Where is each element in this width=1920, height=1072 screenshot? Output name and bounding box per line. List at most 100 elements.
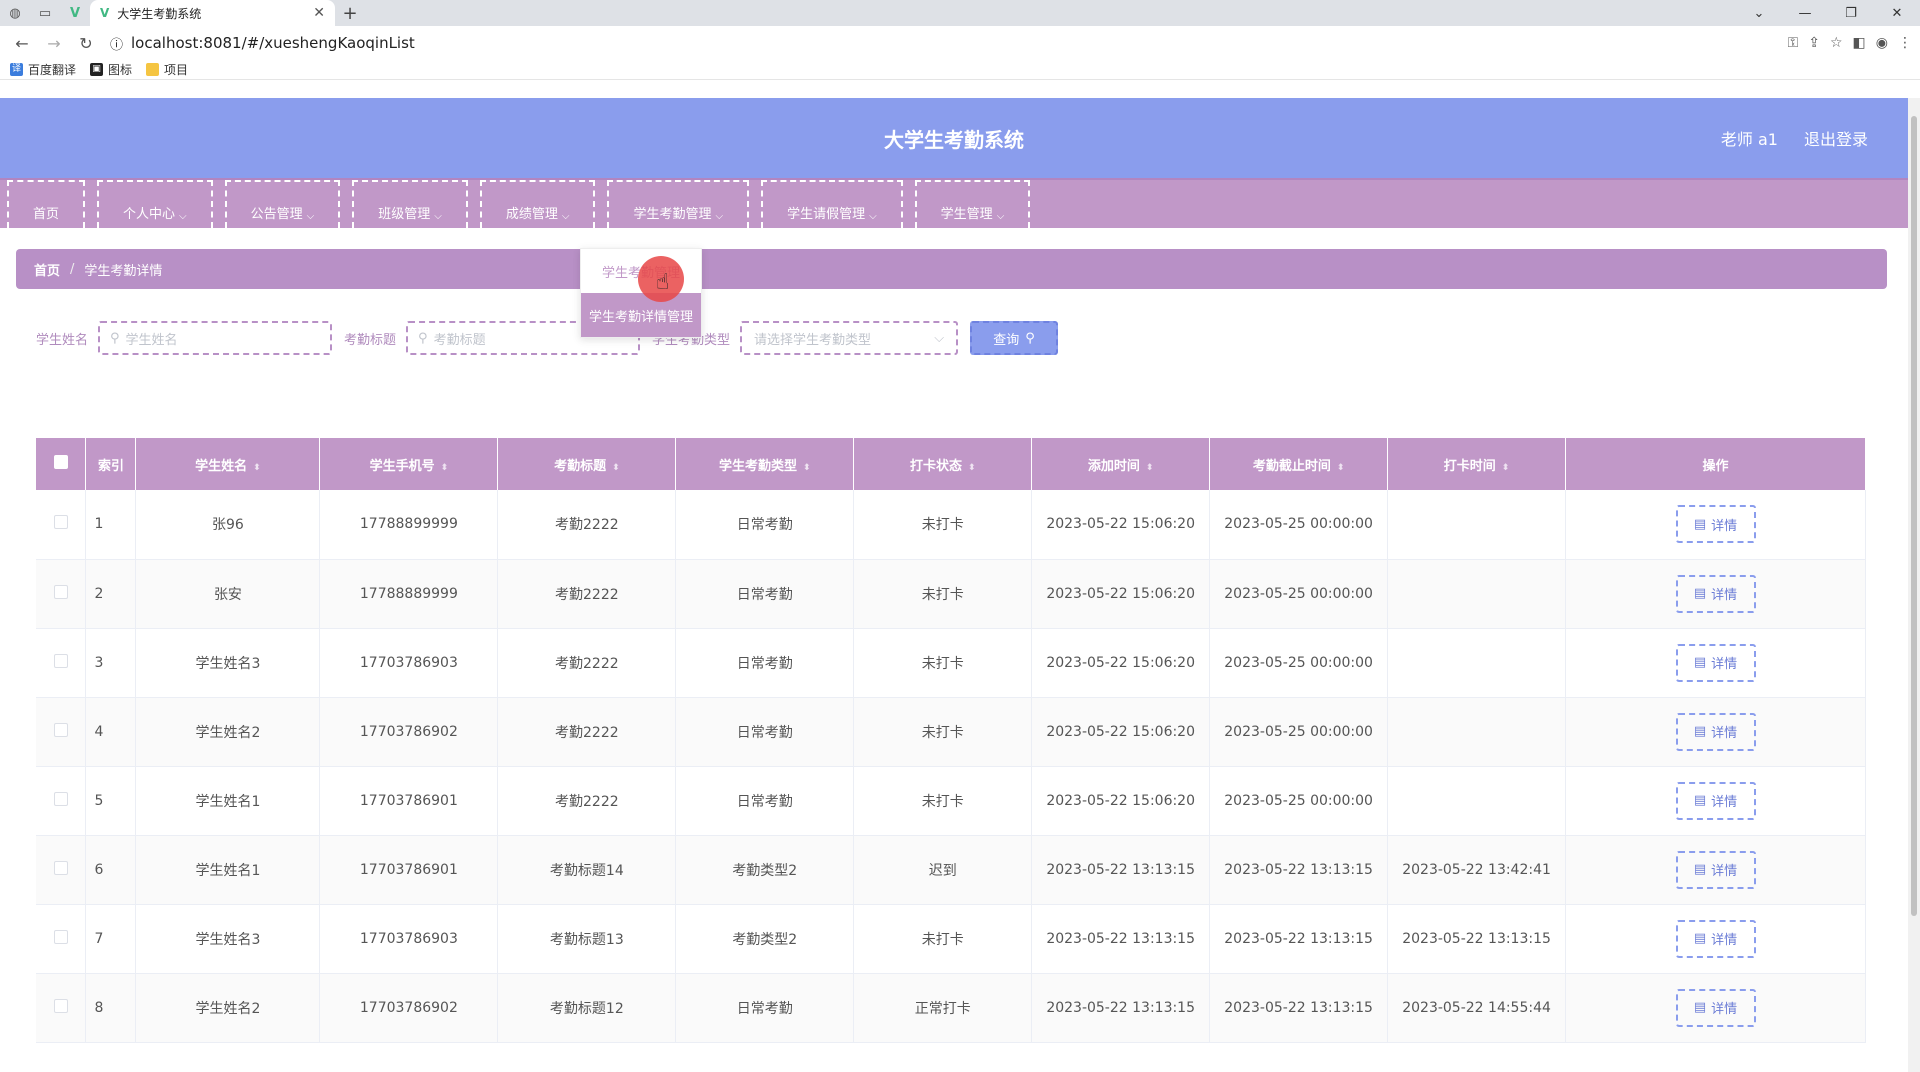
- search-icon: ⚲: [110, 330, 120, 346]
- detail-button[interactable]: ▤ 详情: [1675, 919, 1756, 958]
- table-row: 5 学生姓名1 17703786901 考勤2222 日常考勤 未打卡 2023-05-22…: [36, 766, 1866, 836]
- col-status[interactable]: 打卡状态 ⬍: [853, 438, 1033, 490]
- nav-class[interactable]: 班级管理 ⌵: [352, 180, 468, 228]
- blank-tab-icon[interactable]: ▭: [30, 0, 60, 26]
- dropdown-item-attendance-detail[interactable]: 学生考勤详情管理: [581, 293, 701, 337]
- detail-button[interactable]: ▤ 详情: [1675, 988, 1756, 1027]
- detail-button[interactable]: ▤ 详情: [1675, 574, 1756, 613]
- detail-button[interactable]: ▤ 详情: [1675, 850, 1756, 889]
- row-checkbox[interactable]: [53, 860, 68, 875]
- sort-icon[interactable]: ⬍: [1337, 463, 1345, 473]
- translate-icon: 译: [10, 63, 23, 76]
- cell-title: 考勤2222: [497, 628, 677, 698]
- sort-icon[interactable]: ⬍: [803, 463, 811, 473]
- nav-notice[interactable]: 公告管理 ⌵: [224, 180, 341, 228]
- row-checkbox[interactable]: [53, 584, 68, 599]
- breadcrumb-home[interactable]: 首页: [34, 260, 60, 279]
- sort-icon[interactable]: ⬍: [968, 463, 976, 473]
- cell-added: 2023-05-22 15:06:20: [1031, 490, 1211, 560]
- window-close-icon[interactable]: ✕: [1874, 6, 1920, 21]
- chevron-down-icon: ⌵: [869, 211, 877, 222]
- nav-leave[interactable]: 学生请假管理 ⌵: [761, 180, 903, 228]
- url-field[interactable]: ⓘ localhost:8081/#/xueshengKaoqinList: [110, 34, 415, 53]
- query-button[interactable]: 查询 ⚲: [970, 321, 1059, 355]
- row-checkbox[interactable]: [53, 653, 68, 668]
- cell-index: 5: [85, 766, 137, 836]
- cell-index: 7: [85, 904, 137, 974]
- table-row: 1 张96 17788899999 考勤2222 日常考勤 未打卡 2023-05-22 1…: [36, 490, 1866, 560]
- vue-icon[interactable]: V: [60, 0, 90, 26]
- col-title[interactable]: 考勤标题 ⬍: [497, 438, 677, 490]
- minimize-icon[interactable]: —: [1782, 6, 1828, 21]
- nav-grades[interactable]: 成绩管理 ⌵: [479, 180, 596, 228]
- detail-button[interactable]: ▤ 详情: [1675, 712, 1756, 751]
- cell-type: 日常考勤: [675, 766, 855, 836]
- select-all-checkbox[interactable]: [53, 455, 68, 469]
- detail-button[interactable]: ▤ 详情: [1675, 643, 1756, 682]
- bookmark-item[interactable]: ▣ 图标: [90, 61, 132, 78]
- share-icon[interactable]: ⇪: [1808, 35, 1820, 51]
- star-icon[interactable]: ☆: [1830, 35, 1843, 51]
- back-icon[interactable]: ←: [8, 29, 36, 57]
- nav-students[interactable]: 学生管理 ⌵: [914, 180, 1031, 228]
- menu-icon[interactable]: ⋮: [1898, 35, 1912, 51]
- tab-search-icon[interactable]: ⌄: [1736, 6, 1782, 21]
- logout-button[interactable]: 退出登录: [1804, 126, 1868, 150]
- profile-icon[interactable]: ◉: [1876, 35, 1888, 51]
- browser-tab-active[interactable]: V 大学生考勤系统 ✕: [90, 0, 335, 26]
- nav-home[interactable]: 首页: [7, 180, 86, 228]
- row-checkbox[interactable]: [53, 998, 68, 1013]
- scrollbar-thumb[interactable]: [1911, 116, 1917, 916]
- bookmark-item[interactable]: 译百度翻译: [10, 61, 76, 78]
- cell-type: 日常考勤: [675, 973, 855, 1043]
- new-tab-icon[interactable]: +: [335, 0, 365, 26]
- cell-type: 日常考勤: [675, 697, 855, 767]
- cell-actions: ▤ 详情: [1565, 835, 1866, 905]
- cell-deadline: 2023-05-25 00:00:00: [1209, 559, 1389, 629]
- sort-icon[interactable]: ⬍: [1502, 463, 1510, 473]
- vue-icon: V: [100, 6, 110, 20]
- reload-icon[interactable]: ↻: [72, 29, 100, 57]
- col-deadline[interactable]: 考勤截止时间 ⬍: [1209, 438, 1389, 490]
- sort-icon[interactable]: ⬍: [253, 463, 261, 473]
- nav-personal-center[interactable]: 个人中心 ⌵: [97, 180, 213, 228]
- col-added[interactable]: 添加时间 ⬍: [1031, 438, 1211, 490]
- document-icon: ▤: [1693, 724, 1707, 739]
- document-icon: ▤: [1693, 793, 1707, 808]
- cell-index: 8: [85, 973, 137, 1043]
- forward-icon[interactable]: →: [40, 29, 68, 57]
- row-checkbox[interactable]: [53, 515, 68, 530]
- page-scrollbar[interactable]: [1908, 98, 1920, 1072]
- col-punch[interactable]: 打卡时间 ⬍: [1387, 438, 1567, 490]
- attendance-type-select[interactable]: 请选择学生考勤类型 ⌵: [740, 321, 959, 355]
- detail-button[interactable]: ▤ 详情: [1675, 505, 1756, 544]
- row-select-cell: [36, 766, 87, 836]
- row-checkbox[interactable]: [53, 722, 68, 737]
- cell-index: 4: [85, 697, 137, 767]
- sidepanel-icon[interactable]: ◧: [1853, 35, 1866, 51]
- sort-icon[interactable]: ⬍: [1146, 463, 1154, 473]
- sort-icon[interactable]: ⬍: [612, 463, 620, 473]
- attendance-type-placeholder: 请选择学生考勤类型: [754, 332, 872, 348]
- globe-icon[interactable]: ◍: [0, 0, 30, 26]
- cell-name: 张96: [135, 490, 321, 560]
- chevron-down-icon: ⌵: [934, 330, 945, 346]
- cell-actions: ▤ 详情: [1565, 973, 1866, 1043]
- key-icon[interactable]: ⚿: [1788, 35, 1799, 51]
- student-name-input[interactable]: ⚲ 学生姓名: [98, 321, 333, 355]
- col-name[interactable]: 学生姓名 ⬍: [135, 438, 321, 490]
- cell-name: 学生姓名2: [135, 973, 321, 1043]
- detail-button[interactable]: ▤ 详情: [1675, 781, 1756, 820]
- restore-icon[interactable]: ❐: [1828, 6, 1874, 21]
- info-icon[interactable]: ⓘ: [110, 34, 123, 53]
- row-checkbox[interactable]: [53, 929, 68, 944]
- nav-attendance[interactable]: 学生考勤管理 ⌵: [607, 180, 750, 228]
- chevron-down-icon: ⌵: [179, 211, 187, 222]
- row-checkbox[interactable]: [53, 791, 68, 806]
- sort-icon[interactable]: ⬍: [441, 463, 449, 473]
- col-phone[interactable]: 学生手机号 ⬍: [319, 438, 499, 490]
- col-type[interactable]: 学生考勤类型 ⬍: [675, 438, 855, 490]
- bookmark-item[interactable]: 项目: [146, 61, 188, 78]
- close-icon[interactable]: ✕: [313, 5, 325, 21]
- cell-status: 未打卡: [853, 766, 1033, 836]
